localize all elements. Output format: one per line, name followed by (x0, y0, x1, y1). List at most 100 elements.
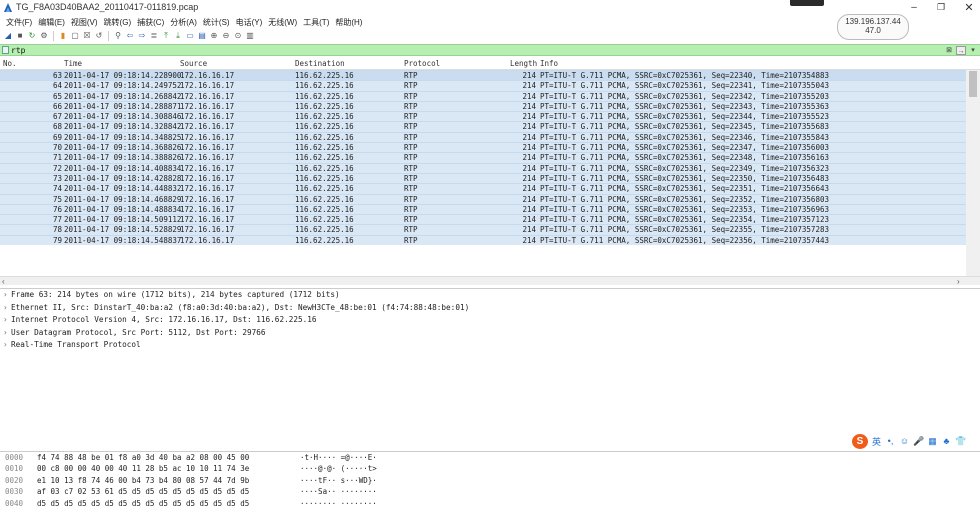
packet-row[interactable]: 63 2011-04-17 09:18:14.228900 172.16.16.17… (0, 70, 966, 81)
packet-source: 172.16.16.17 (180, 184, 235, 194)
close-icon[interactable]: ✕ (962, 1, 976, 14)
detail-row-udp[interactable]: › User Datagram Protocol, Src Port: 5112,… (0, 327, 980, 340)
stop-capture-icon[interactable]: ■ (15, 31, 25, 41)
main-toolbar: ◢ ■ ↻ ⚙ ▮ ▢ ☒ ↺ ⚲ ⇦ ⇨ ≣ ⤒ ⤓ ▭ ▤ ⊕ ⊖ ⊙ ▥ (0, 29, 255, 43)
packet-row[interactable]: 73 2011-04-17 09:18:14.428828 172.16.16.17… (0, 172, 966, 184)
packet-row[interactable]: 75 2011-04-17 09:18:14.468829 172.16.16.17… (0, 193, 966, 204)
ime-lang[interactable]: 英 (871, 435, 882, 448)
minimize-icon[interactable]: – (908, 2, 920, 14)
menu-telephony[interactable]: 电话(Y) (233, 16, 266, 29)
display-filter-input[interactable] (11, 45, 911, 55)
packet-row[interactable]: 78 2011-04-17 09:18:14.528829 172.16.16.17… (0, 224, 966, 235)
column-header-no[interactable]: No. (3, 59, 17, 68)
packet-length: 214 (522, 194, 536, 204)
zoom-in-icon[interactable]: ⊕ (209, 31, 219, 41)
go-forward-icon[interactable]: ⇨ (137, 31, 147, 41)
packet-row[interactable]: 70 2011-04-17 09:18:14.368826 172.16.16.17… (0, 142, 966, 153)
menu-go[interactable]: 跳转(G) (101, 16, 135, 29)
go-last-icon[interactable]: ⤓ (173, 31, 183, 41)
chevron-right-icon[interactable]: › (3, 339, 11, 352)
menu-file[interactable]: 文件(F) (3, 16, 35, 29)
maximize-icon[interactable]: ❐ (935, 2, 947, 14)
packet-row[interactable]: 72 2011-04-17 09:18:14.408834 172.16.16.17… (0, 162, 966, 173)
punctuation-icon[interactable]: •, (885, 436, 896, 446)
clear-filter-icon[interactable]: ⊠ (944, 46, 954, 55)
packet-row[interactable]: 67 2011-04-17 09:18:14.308846 172.16.16.17… (0, 111, 966, 122)
packet-protocol: RTP (404, 122, 418, 132)
chevron-right-icon[interactable]: › (3, 314, 11, 327)
column-header-destination[interactable]: Destination (295, 59, 345, 68)
bytes-row[interactable]: 0010 00 c8 00 00 40 00 40 11 28 b5 ac 10 … (0, 463, 980, 474)
bytes-row[interactable]: 0030 af 03 c7 02 53 61 d5 d5 d5 d5 d5 d5 … (0, 486, 980, 497)
resize-columns-icon[interactable]: ▥ (245, 31, 255, 41)
menu-analyze[interactable]: 分析(A) (167, 16, 200, 29)
chevron-right-icon[interactable]: › (3, 327, 11, 340)
column-header-length[interactable]: Length (510, 59, 537, 68)
column-header-protocol[interactable]: Protocol (404, 59, 440, 68)
vertical-scrollbar[interactable] (966, 70, 980, 276)
zoom-normal-icon[interactable]: ⊙ (233, 31, 243, 41)
autoscroll-icon[interactable]: ▭ (185, 31, 195, 41)
bytes-row[interactable]: 0040 d5 d5 d5 d5 d5 d5 d5 d5 d5 d5 d5 d5 … (0, 498, 980, 509)
menu-wireless[interactable]: 无线(W) (265, 16, 300, 29)
chevron-right-icon[interactable]: › (3, 302, 11, 315)
go-back-icon[interactable]: ⇦ (125, 31, 135, 41)
menu-tools[interactable]: 工具(T) (300, 16, 332, 29)
packet-row[interactable]: 66 2011-04-17 09:18:14.288871 172.16.16.17… (0, 100, 966, 112)
menu-help[interactable]: 帮助(H) (332, 16, 365, 29)
packet-row[interactable]: 65 2011-04-17 09:18:14.268842 172.16.16.17… (0, 90, 966, 101)
packet-info: PT=ITU-T G.711 PCMA, SSRC=0xC7025361, Se… (540, 194, 829, 204)
zoom-out-icon[interactable]: ⊖ (221, 31, 231, 41)
capture-options-icon[interactable]: ⚙ (39, 31, 49, 41)
colorize-icon[interactable]: ▤ (197, 31, 207, 41)
column-header-info[interactable]: Info (540, 59, 558, 68)
bookmark-icon[interactable] (2, 46, 9, 54)
menu-capture[interactable]: 捕获(C) (134, 16, 167, 29)
save-file-icon[interactable]: ▢ (70, 31, 80, 41)
sogou-logo-icon[interactable]: S (852, 433, 868, 449)
detail-row-ethernet[interactable]: › Ethernet II, Src: DinstarT_40:ba:a2 (f8… (0, 302, 980, 315)
scroll-right-icon[interactable]: › (957, 277, 960, 285)
packet-protocol: RTP (404, 132, 418, 142)
packet-destination: 116.62.225.16 (295, 122, 354, 132)
bytes-row[interactable]: 0000 f4 74 88 48 be 01 f8 a0 3d 40 ba a2 … (0, 452, 980, 463)
emoji-icon[interactable]: ☺ (899, 436, 910, 446)
menu-edit[interactable]: 编辑(E) (35, 16, 68, 29)
window-title: TG_F8A03D40BAA2_20110417-011819.pcap (16, 2, 199, 12)
restart-capture-icon[interactable]: ↻ (27, 31, 37, 41)
packet-row[interactable]: 76 2011-04-17 09:18:14.488834 172.16.16.17… (0, 203, 966, 215)
close-file-icon[interactable]: ☒ (82, 31, 92, 41)
packet-row[interactable]: 79 2011-04-17 09:18:14.548837 172.16.16.17… (0, 234, 966, 246)
chevron-down-icon[interactable]: ▾ (968, 46, 978, 55)
detail-row-ip[interactable]: › Internet Protocol Version 4, Src: 172.1… (0, 314, 980, 327)
reload-file-icon[interactable]: ↺ (94, 31, 104, 41)
microphone-icon[interactable]: 🎤 (913, 436, 924, 447)
shirt-icon[interactable]: 👕 (955, 436, 966, 447)
go-first-icon[interactable]: ⤒ (161, 31, 171, 41)
menu-view[interactable]: 视图(V) (68, 16, 101, 29)
scrollbar-thumb[interactable] (969, 71, 977, 97)
go-to-packet-icon[interactable]: ≣ (149, 31, 159, 41)
start-capture-icon[interactable]: ◢ (3, 31, 13, 41)
chevron-right-icon[interactable]: › (3, 289, 11, 302)
packet-row[interactable]: 64 2011-04-17 09:18:14.249752 172.16.16.17… (0, 80, 966, 91)
apply-filter-icon[interactable]: → (956, 46, 966, 55)
find-packet-icon[interactable]: ⚲ (113, 31, 123, 41)
packet-row[interactable]: 69 2011-04-17 09:18:14.348825 172.16.16.17… (0, 131, 966, 143)
skin-icon[interactable]: ♣ (941, 436, 952, 446)
packet-row[interactable]: 68 2011-04-17 09:18:14.328842 172.16.16.17… (0, 121, 966, 132)
bytes-row[interactable]: 0020 e1 10 13 f8 74 46 00 b4 73 b4 80 08 … (0, 475, 980, 486)
column-header-source[interactable]: Source (180, 59, 207, 68)
menu-statistics[interactable]: 统计(S) (200, 16, 233, 29)
scroll-left-icon[interactable]: ‹ (2, 277, 5, 285)
detail-row-rtp[interactable]: › Real-Time Transport Protocol (0, 339, 980, 352)
packet-row[interactable]: 74 2011-04-17 09:18:14.448832 172.16.16.17… (0, 183, 966, 194)
open-file-icon[interactable]: ▮ (58, 31, 68, 41)
packet-row[interactable]: 71 2011-04-17 09:18:14.388826 172.16.16.17… (0, 152, 966, 163)
column-header-time[interactable]: Time (64, 59, 82, 68)
packet-row[interactable]: 77 2011-04-17 09:18:14.509112 172.16.16.17… (0, 214, 966, 225)
detail-row-frame[interactable]: › Frame 63: 214 bytes on wire (1712 bits)… (0, 289, 980, 302)
horizontal-scrollbar[interactable]: ‹ › (0, 276, 980, 285)
keyboard-icon[interactable]: ▦ (927, 436, 938, 447)
floating-panel-handle[interactable] (790, 0, 824, 6)
